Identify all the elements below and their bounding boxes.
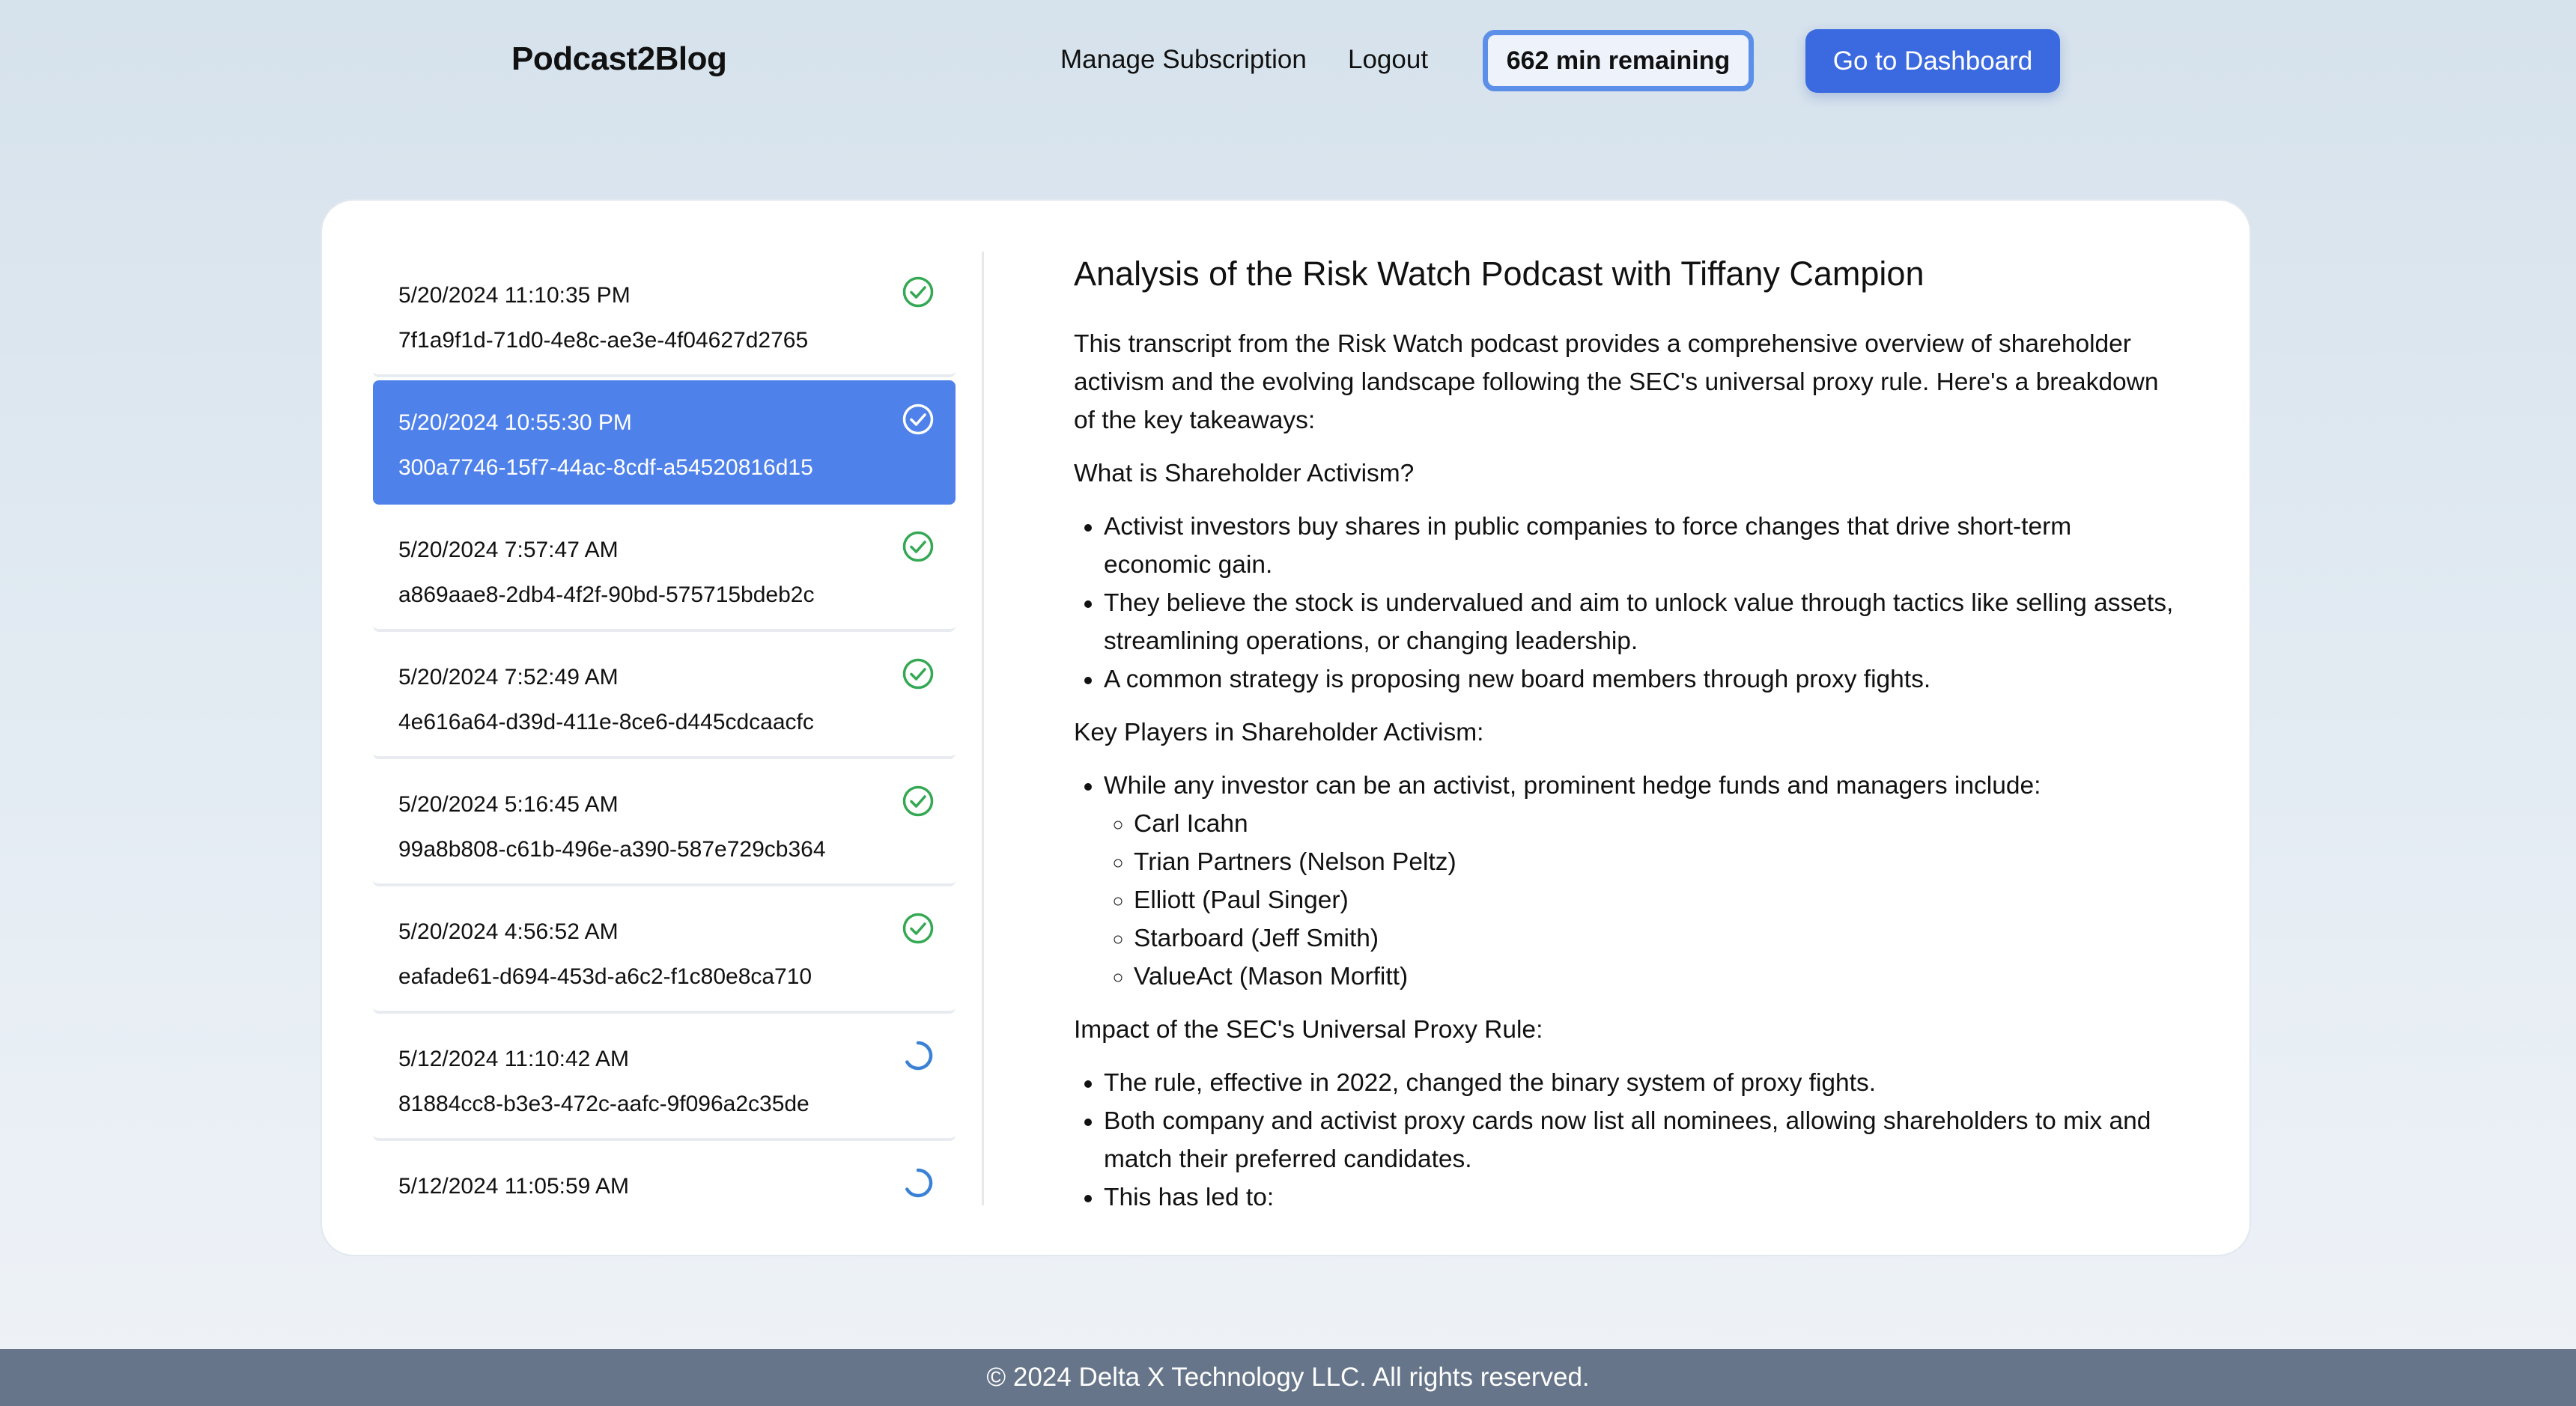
list-item: Activist investors buy shares in public … bbox=[1104, 508, 2182, 584]
panel-divider bbox=[982, 252, 984, 1205]
list-item[interactable]: 5/20/2024 11:10:35 PM 7f1a9f1d-71d0-4e8c-… bbox=[373, 253, 956, 377]
list-item: Trian Partners (Nelson Peltz) bbox=[1134, 843, 2182, 881]
transcription-list[interactable]: 5/20/2024 11:10:35 PM 7f1a9f1d-71d0-4e8c-… bbox=[373, 253, 959, 1207]
check-circle-icon bbox=[902, 276, 934, 308]
list-item: The rule, effective in 2022, changed the… bbox=[1104, 1064, 2182, 1102]
job-id: 81884cc8-b3e3-472c-aafc-9f096a2c35de bbox=[398, 1092, 809, 1116]
brand-logo[interactable]: Podcast2Blog bbox=[511, 40, 727, 78]
list-item[interactable]: 5/12/2024 11:10:42 AM 81884cc8-b3e3-472c-… bbox=[373, 1017, 956, 1141]
logout-link[interactable]: Logout bbox=[1348, 45, 1428, 75]
minutes-remaining-badge: 662 min remaining bbox=[1483, 30, 1754, 91]
check-circle-icon bbox=[902, 913, 934, 944]
job-id: eafade61-d694-453d-a6c2-f1c80e8ca710 bbox=[398, 964, 812, 989]
list-item: Carl Icahn bbox=[1134, 805, 2182, 843]
section-activism-list: Activist investors buy shares in public … bbox=[1074, 508, 2182, 699]
list-item: This has led to: bbox=[1104, 1178, 2182, 1207]
section-key-players-list: While any investor can be an activist, p… bbox=[1074, 767, 2182, 996]
sub-list: Carl Icahn Trian Partners (Nelson Peltz)… bbox=[1104, 805, 2182, 996]
list-item: ValueAct (Mason Morfitt) bbox=[1134, 958, 2182, 996]
section-heading-universal-proxy: Impact of the SEC's Universal Proxy Rule… bbox=[1074, 1016, 1543, 1044]
list-item[interactable]: 5/20/2024 7:57:47 AM a869aae8-2db4-4f2f-9… bbox=[373, 508, 956, 632]
list-item[interactable]: 5/20/2024 10:55:30 PM 300a7746-15f7-44ac-… bbox=[373, 380, 956, 505]
list-item[interactable]: 5/12/2024 11:05:59 AM bbox=[373, 1144, 956, 1207]
job-id: 4e616a64-d39d-411e-8ce6-d445cdcaacfc bbox=[398, 710, 814, 734]
job-date: 5/20/2024 5:16:45 AM bbox=[398, 792, 619, 817]
list-item: A common strategy is proposing new board… bbox=[1104, 660, 2182, 699]
list-item: Starboard (Jeff Smith) bbox=[1134, 919, 2182, 958]
section-heading-key-players: Key Players in Shareholder Activism: bbox=[1074, 719, 1484, 746]
job-date: 5/20/2024 4:56:52 AM bbox=[398, 919, 619, 944]
job-date: 5/20/2024 7:57:47 AM bbox=[398, 538, 619, 562]
copyright-text: © 2024 Delta X Technology LLC. All right… bbox=[986, 1363, 1590, 1392]
list-item[interactable]: 5/20/2024 7:52:49 AM 4e616a64-d39d-411e-8… bbox=[373, 635, 956, 759]
manage-subscription-link[interactable]: Manage Subscription bbox=[1060, 45, 1307, 75]
list-item[interactable]: 5/20/2024 5:16:45 AM 99a8b808-c61b-496e-a… bbox=[373, 762, 956, 886]
job-id: a869aae8-2db4-4f2f-90bd-575715bdeb2c bbox=[398, 582, 815, 607]
article-panel[interactable]: Analysis of the Risk Watch Podcast with … bbox=[1074, 253, 2182, 1207]
spinner-icon bbox=[905, 1041, 933, 1071]
job-id: 7f1a9f1d-71d0-4e8c-ae3e-4f04627d2765 bbox=[398, 328, 809, 353]
list-item[interactable]: 5/20/2024 4:56:52 AM eafade61-d694-453d-a… bbox=[373, 889, 956, 1014]
job-date: 5/20/2024 10:55:30 PM bbox=[398, 410, 632, 435]
job-id: 300a7746-15f7-44ac-8cdf-a54520816d15 bbox=[398, 455, 813, 480]
list-item-text: While any investor can be an activist, p… bbox=[1104, 772, 2041, 800]
check-circle-icon bbox=[902, 404, 934, 435]
job-date: 5/20/2024 7:52:49 AM bbox=[398, 665, 619, 690]
job-date: 5/12/2024 11:05:59 AM bbox=[398, 1174, 630, 1199]
article-title: Analysis of the Risk Watch Podcast with … bbox=[1074, 255, 1925, 293]
footer: © 2024 Delta X Technology LLC. All right… bbox=[0, 1349, 2576, 1406]
check-circle-icon bbox=[902, 785, 934, 817]
main-card: 5/20/2024 11:10:35 PM 7f1a9f1d-71d0-4e8c-… bbox=[321, 199, 2251, 1256]
job-date: 5/12/2024 11:10:42 AM bbox=[398, 1047, 630, 1071]
check-circle-icon bbox=[902, 658, 934, 690]
list-item: They believe the stock is undervalued an… bbox=[1104, 584, 2182, 660]
list-item: Elliott (Paul Singer) bbox=[1134, 881, 2182, 919]
job-id: 99a8b808-c61b-496e-a390-587e729cb364 bbox=[398, 837, 826, 862]
job-date: 5/20/2024 11:10:35 PM bbox=[398, 283, 631, 308]
list-item: While any investor can be an activist, p… bbox=[1104, 767, 2182, 996]
go-to-dashboard-button[interactable]: Go to Dashboard bbox=[1805, 29, 2060, 93]
section-heading-activism: What is Shareholder Activism? bbox=[1074, 460, 1415, 487]
article-intro: This transcript from the Risk Watch podc… bbox=[1074, 330, 2159, 434]
spinner-icon bbox=[905, 1168, 933, 1198]
section-universal-proxy-list: The rule, effective in 2022, changed the… bbox=[1074, 1064, 2182, 1207]
list-item: Both company and activist proxy cards no… bbox=[1104, 1102, 2182, 1178]
check-circle-icon bbox=[902, 531, 934, 562]
